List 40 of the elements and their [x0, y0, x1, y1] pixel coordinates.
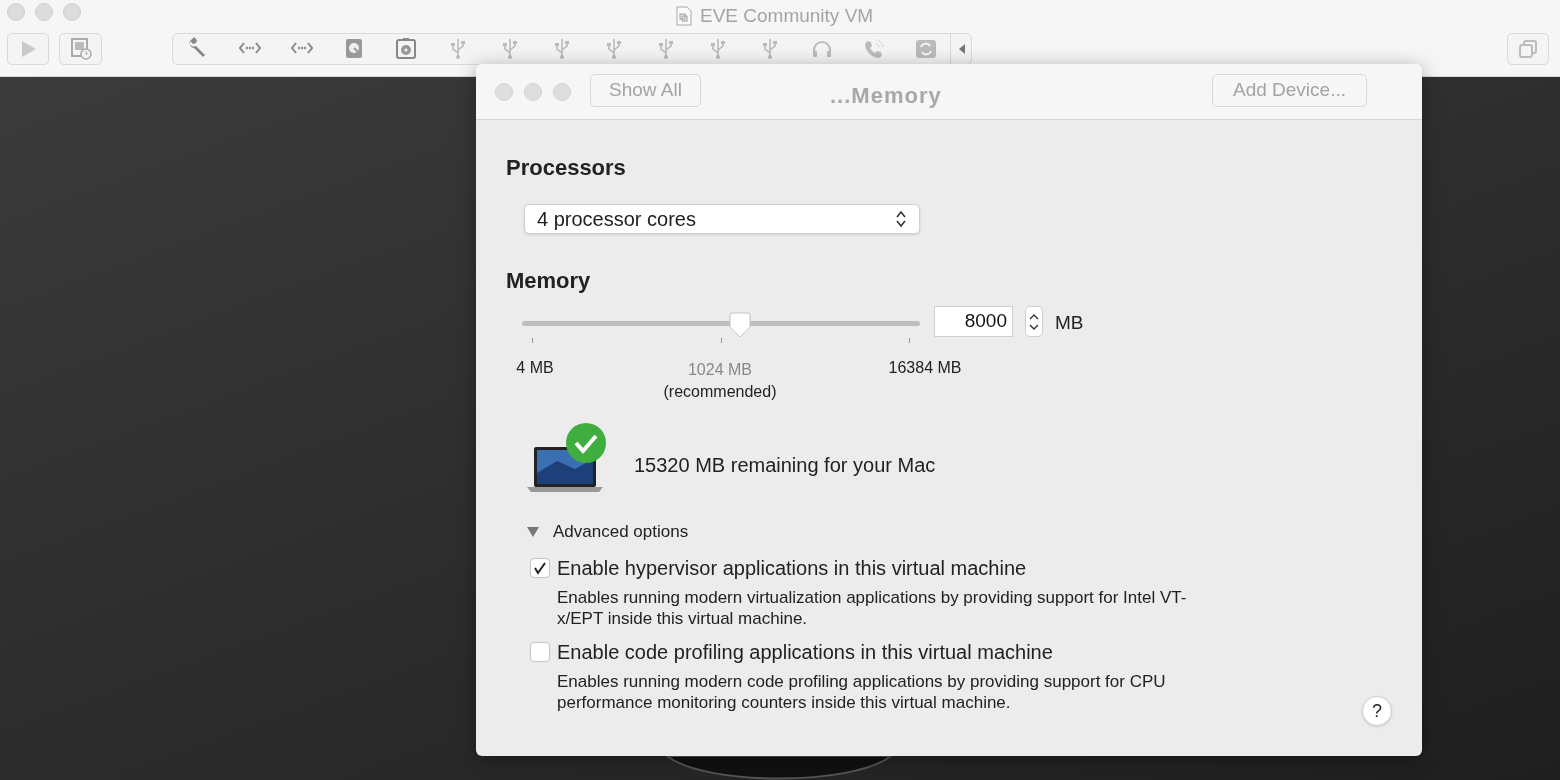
window-control-button[interactable] — [7, 3, 25, 21]
processor-select[interactable]: 4 processor cores — [524, 204, 920, 234]
unit-label: MB — [1055, 311, 1084, 335]
window-title: EVE Community VM — [700, 4, 874, 28]
tick-label: 4 MB — [516, 358, 554, 378]
disclosure-toggle[interactable]: Advanced options — [526, 519, 689, 545]
document-icon — [676, 6, 692, 27]
checkbox[interactable] — [530, 557, 550, 578]
checkbox-label: Enable code profiling applications in this virtual machine — [557, 639, 1053, 665]
snapshot-icon — [69, 38, 92, 60]
caret-icon — [957, 43, 966, 55]
memory-input-field[interactable]: 8000 — [934, 306, 1013, 337]
up-down-arrows-icon — [895, 210, 907, 228]
triangle-icon — [526, 525, 540, 538]
tick-label: 16384 MB — [888, 358, 962, 378]
option-description: Enables running modern virtualization applications by providing support for Intel VT-x/EPT inside this virtual machine. — [557, 586, 1187, 629]
stepper[interactable] — [1025, 306, 1043, 337]
restore-window-button[interactable] — [1507, 33, 1549, 65]
play-button[interactable] — [7, 33, 49, 65]
help-button[interactable]: ? — [1362, 696, 1392, 726]
window-control-button[interactable] — [35, 3, 53, 21]
window-control-button[interactable] — [495, 83, 513, 101]
slider-thumb[interactable] — [728, 312, 753, 338]
window-control-button[interactable] — [63, 3, 81, 21]
window-control-button[interactable] — [553, 83, 571, 101]
option-description: Enables running modern code profiling applications by providing support for CPU performance monitoring counters inside this virtual machine. — [557, 670, 1167, 713]
section-heading: Processors — [506, 154, 626, 182]
checkbox[interactable] — [530, 641, 550, 662]
remaining-memory-text: 15320 MB remaining for your Mac — [634, 453, 936, 478]
sheet-title: ...Memory — [830, 82, 942, 110]
phone-icon[interactable] — [862, 37, 886, 61]
laptop-check-icon — [526, 423, 608, 495]
tick-label: 1024 MB — [687, 360, 752, 380]
checkbox-label: Enable hypervisor applications in this virtual machine — [557, 555, 1027, 581]
snapshot-button[interactable] — [59, 33, 102, 65]
sync-icon[interactable] — [914, 37, 938, 61]
window-control-button[interactable] — [524, 83, 542, 101]
restore-window-icon — [1518, 39, 1538, 59]
tick-label: (recommended) — [663, 382, 777, 402]
section-heading: Memory — [506, 267, 591, 295]
